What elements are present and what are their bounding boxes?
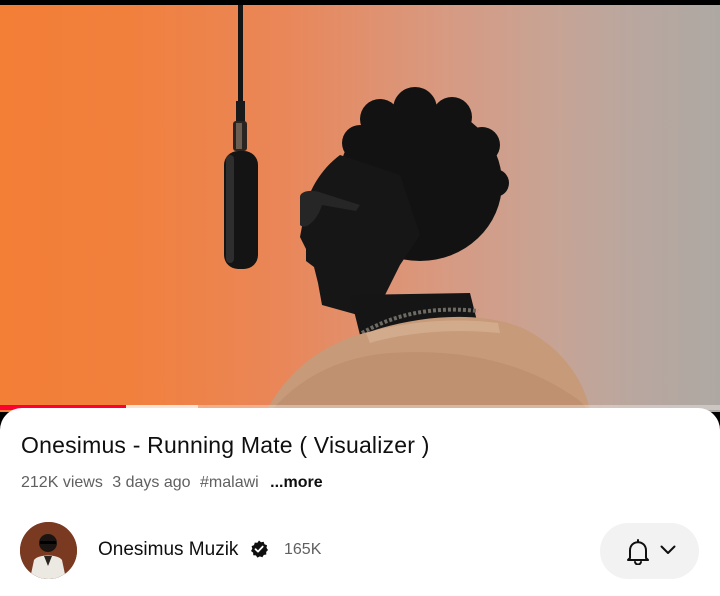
chevron-down-icon [660,545,676,554]
channel-avatar[interactable] [20,522,77,579]
video-frame-image [224,5,590,412]
channel-row: Onesimus Muzik 165K [0,520,720,584]
view-count: 212K views [21,474,103,491]
subscriber-count: 165K [284,541,322,558]
video-title[interactable]: Onesimus - Running Mate ( Visualizer ) [21,432,430,459]
channel-name[interactable]: Onesimus Muzik [98,539,238,561]
avatar-image [20,522,77,579]
verified-check-icon [251,540,268,558]
video-info-panel: Onesimus - Running Mate ( Visualizer ) 2… [0,408,720,596]
more-link[interactable]: ...more [270,474,322,491]
hashtag-link[interactable]: #malawi [200,474,259,491]
video-player[interactable] [0,0,720,412]
upload-age: 3 days ago [112,474,191,491]
video-frame[interactable] [0,5,720,412]
bell-icon [627,539,649,565]
subscribed-notification-button[interactable] [600,523,699,579]
video-metadata[interactable]: 212K views 3 days ago #malawi ...more [21,474,328,492]
watch-screen: Onesimus - Running Mate ( Visualizer ) 2… [0,0,720,596]
